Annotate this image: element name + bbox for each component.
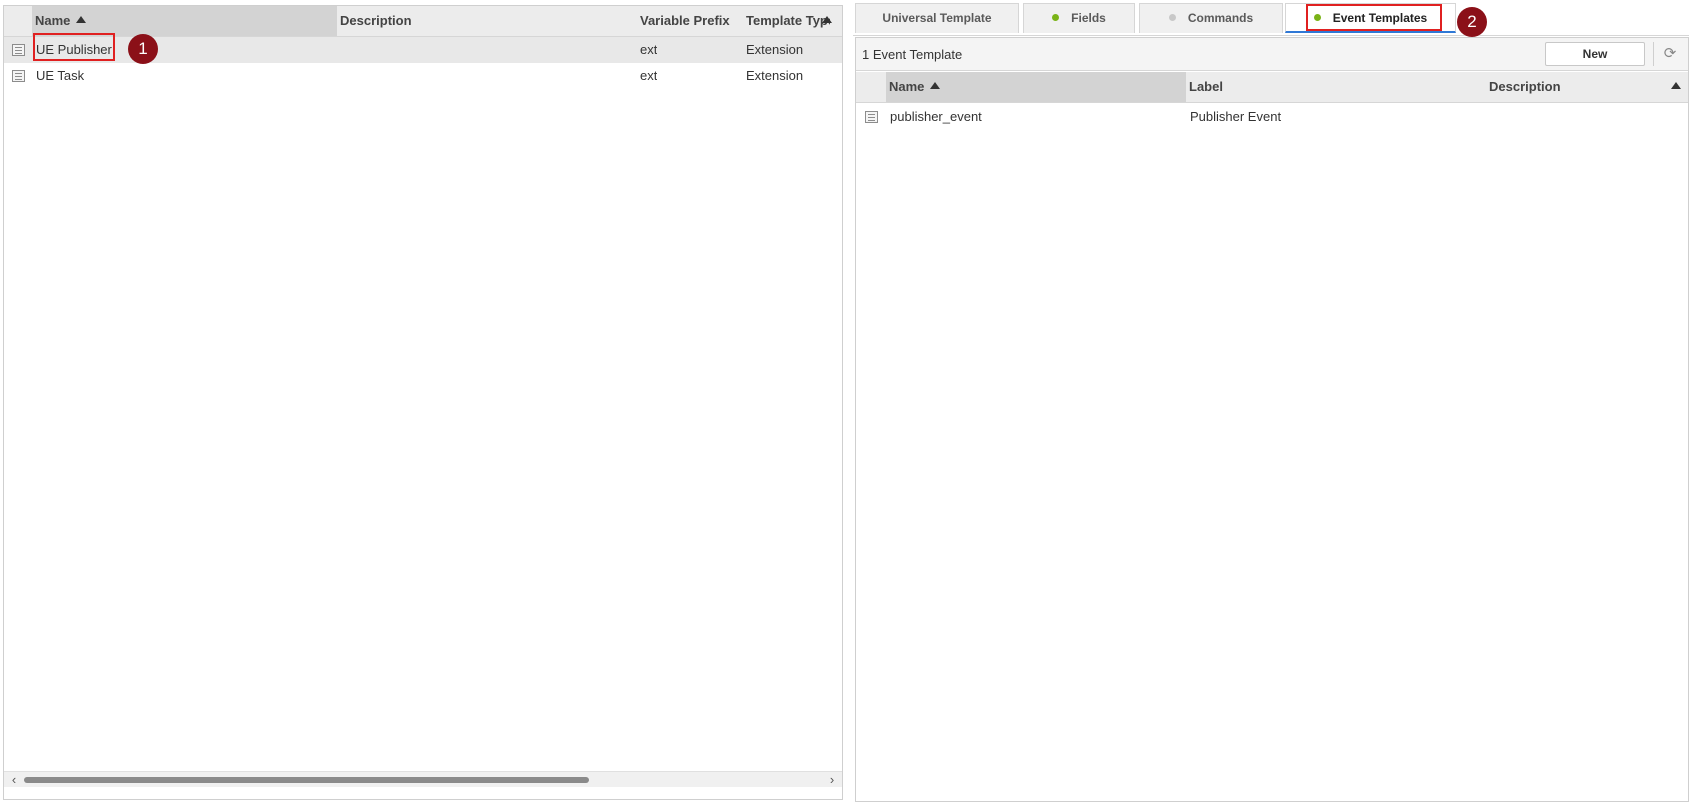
scrollbar-thumb[interactable] — [24, 777, 589, 783]
record-details-icon[interactable] — [12, 44, 25, 56]
row-label: Publisher Event — [1190, 109, 1282, 124]
toolbar-divider — [1653, 42, 1654, 66]
tab-label: Commands — [1187, 11, 1254, 25]
row-template-type: Extension — [746, 42, 804, 57]
scroll-right-icon[interactable]: › — [824, 772, 840, 788]
callout-badge-2: 2 — [1457, 7, 1487, 37]
templates-table-header: Name Description Variable Prefix Templat… — [4, 6, 842, 37]
record-details-icon[interactable] — [12, 70, 25, 82]
tab-universal-template[interactable]: Universal Template — [855, 3, 1019, 33]
tab-label: Universal Template — [882, 11, 992, 25]
scroll-left-icon[interactable]: ‹ — [6, 772, 22, 788]
event-templates-toolbar: 1 Event Template New ⟳ — [856, 38, 1688, 71]
tab-fields[interactable]: Fields — [1023, 3, 1135, 33]
row-variable-prefix: ext — [640, 42, 658, 57]
tab-commands[interactable]: Commands — [1139, 3, 1283, 33]
column-header-label[interactable]: Label — [1186, 72, 1486, 102]
tab-label: Fields — [1071, 11, 1106, 25]
column-header-name[interactable]: Name — [32, 6, 337, 36]
record-details-icon[interactable] — [865, 111, 878, 123]
column-scroll-up-icon[interactable] — [822, 16, 832, 23]
record-count-label: 1 Event Template — [862, 47, 963, 62]
sort-ascending-icon — [76, 16, 87, 23]
column-header-variable-prefix[interactable]: Variable Prefix — [637, 6, 743, 36]
status-dot-icon — [1168, 14, 1176, 21]
highlight-box-ue-publisher — [33, 33, 115, 61]
column-header-description[interactable]: Description — [1486, 72, 1666, 102]
tab-bar: Universal Template Fields Commands Event… — [853, 0, 1689, 36]
row-variable-prefix: ext — [640, 68, 658, 83]
table-row[interactable]: UE Task ext Extension — [4, 63, 842, 89]
column-header-name[interactable]: Name — [886, 72, 1186, 102]
event-templates-panel: 1 Event Template New ⟳ Name Label Descri… — [855, 37, 1689, 802]
templates-table: Name Description Variable Prefix Templat… — [3, 5, 843, 800]
column-header-name-label: Name — [35, 13, 71, 28]
column-header-template-type[interactable]: Template Type — [743, 6, 830, 36]
row-name[interactable]: publisher_event — [890, 103, 982, 131]
highlight-box-event-templates — [1306, 4, 1442, 31]
callout-badge-1: 1 — [128, 34, 158, 64]
refresh-icon[interactable]: ⟳ — [1659, 42, 1681, 66]
status-dot-icon — [1052, 14, 1060, 21]
new-button[interactable]: New — [1545, 42, 1645, 66]
sort-ascending-icon — [930, 82, 941, 89]
table-row[interactable]: publisher_event Publisher Event — [856, 103, 1688, 131]
column-header-description[interactable]: Description — [337, 6, 637, 36]
column-header-name-label: Name — [889, 79, 925, 94]
horizontal-scrollbar[interactable]: ‹ › — [4, 771, 842, 787]
event-templates-table-header: Name Label Description — [856, 72, 1688, 103]
row-name[interactable]: UE Task — [36, 63, 84, 89]
tab-bar-divider — [853, 35, 1689, 36]
column-scroll-up-icon[interactable] — [1671, 82, 1681, 89]
row-template-type: Extension — [746, 68, 804, 83]
